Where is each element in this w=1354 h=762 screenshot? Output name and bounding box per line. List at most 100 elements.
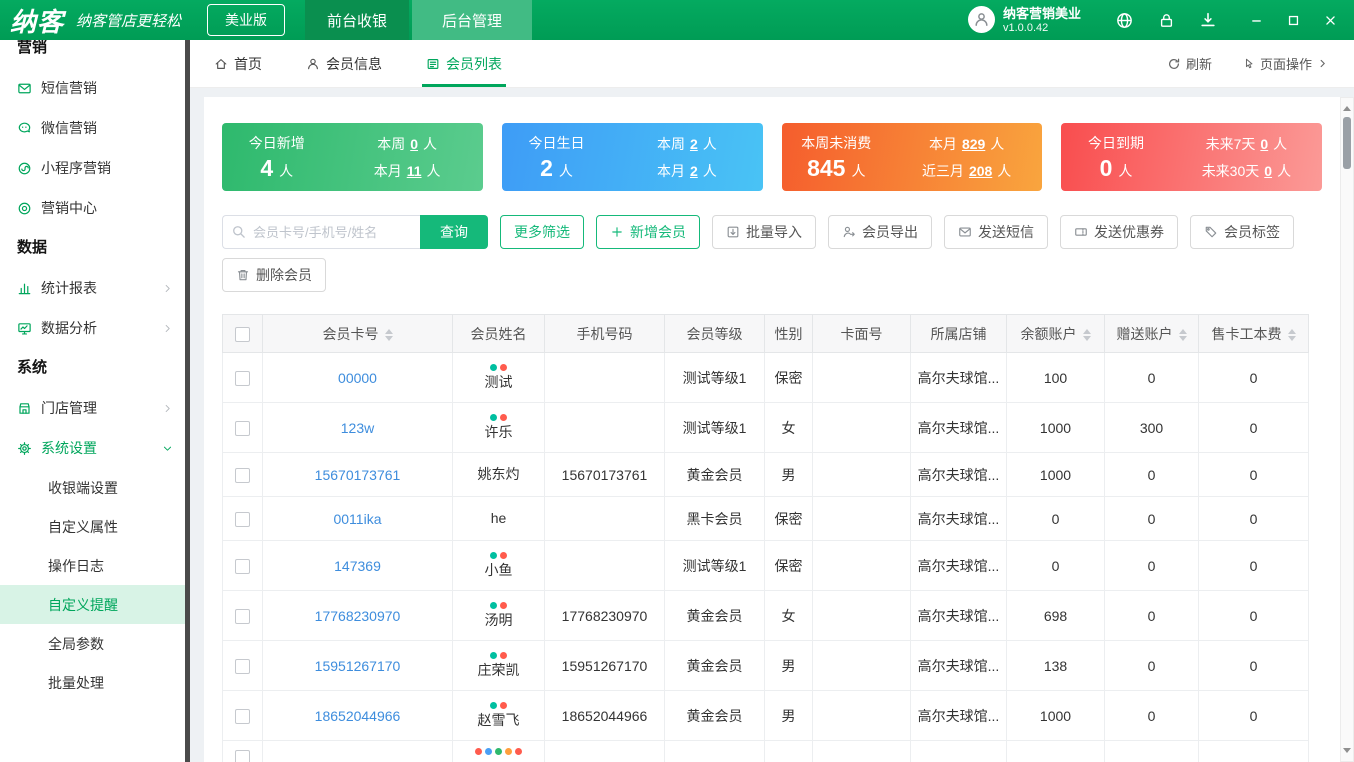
sort-icon[interactable] [1287,328,1296,341]
download-icon[interactable] [1199,11,1217,29]
content-scrollbar[interactable] [1340,97,1354,762]
member-tags-button[interactable]: 会员标签 [1190,215,1294,249]
chevr-icon [162,323,173,334]
stat-main: 今日生日 2 人 [502,123,612,191]
search-button[interactable]: 查询 [420,215,488,249]
member-card-link[interactable]: 15951267170 [315,658,401,674]
front-cashier-button[interactable]: 前台收银 [305,0,410,40]
sidebar-item-marketing-center[interactable]: 营销中心 [0,188,185,228]
chevron-right-icon [1317,58,1328,69]
lock-icon[interactable] [1158,12,1175,29]
minimize-button[interactable] [1249,13,1264,28]
search-input[interactable] [222,215,420,249]
edition-button[interactable]: 美业版 [207,4,286,36]
stat-subline-value[interactable]: 2 [690,136,698,152]
user-icon [306,57,320,71]
sidebar-subitem-global-params[interactable]: 全局参数 [0,624,185,663]
row-checkbox[interactable] [235,658,250,674]
tag-dot [500,414,507,422]
mini-icon [17,161,32,176]
backoffice-button[interactable]: 后台管理 [412,0,533,40]
member-name: he [490,510,507,527]
row-checkbox[interactable] [235,708,250,724]
sort-icon[interactable] [384,328,393,341]
scroll-down-arrow-icon[interactable] [1343,748,1351,757]
button-label: 会员导出 [862,224,918,240]
member-card-link[interactable]: 00000 [338,370,377,386]
delete-member-button[interactable]: 删除会员 [222,258,326,292]
cell-level: 测试等级1 [664,352,765,403]
globe-icon[interactable] [1115,11,1134,30]
cell-card-face [812,352,911,403]
cell-card-no: 147369 [262,540,453,591]
row-checkbox[interactable] [235,608,250,624]
stat-subline-label: 近三月 [921,162,964,179]
sidebar-item-system-settings[interactable]: 系统设置 [0,428,185,468]
more-filters-button[interactable]: 更多筛选 [500,215,584,249]
cell-store: 高尔夫球馆... [910,540,1007,591]
member-card-link[interactable]: 18652044966 [315,708,401,724]
sidebar-item-wechat-marketing[interactable]: 微信营销 [0,108,185,148]
sidebar-item-sms-marketing[interactable]: 短信营销 [0,68,185,108]
table-row: 15670173761 姚东灼 15670173761 黄金会员男高尔夫球馆... 10… [222,452,1309,497]
scrollbar-thumb[interactable] [1343,117,1351,169]
sidebar-section-label: 营销 [17,40,48,56]
stat-subline-value[interactable]: 2 [690,163,698,179]
cell-gift: 0 [1104,540,1199,591]
sidebar-item-store-management[interactable]: 门店管理 [0,388,185,428]
sort-icon[interactable] [1082,328,1091,341]
cell-name: 许乐 [452,402,545,453]
sort-icon[interactable] [1178,328,1187,341]
batch-import-button[interactable]: 批量导入 [712,215,816,249]
row-checkbox[interactable] [235,749,250,762]
sidebar-subitem-operation-logs[interactable]: 操作日志 [0,546,185,585]
stat-subline-value[interactable]: 208 [969,163,992,179]
sidebar-subitem-custom-reminders[interactable]: 自定义提醒 [0,585,185,624]
sidebar-subitem-batch-processing[interactable]: 批量处理 [0,663,185,702]
row-checkbox[interactable] [235,558,250,574]
sidebar-subitem-cashier-settings[interactable]: 收银端设置 [0,468,185,507]
tab-member-info[interactable]: 会员信息 [306,40,382,87]
refresh-button[interactable]: 刷新 [1167,54,1212,73]
cell-store: 高尔夫球馆... [910,402,1007,453]
maximize-button[interactable] [1286,13,1301,28]
row-checkbox[interactable] [235,467,250,483]
tab-home[interactable]: 首页 [214,40,262,87]
member-card-link[interactable]: 0011ika [333,511,381,527]
tab-member-list[interactable]: 会员列表 [422,40,506,87]
member-card-link[interactable]: 147369 [334,558,381,574]
page-operations-button[interactable]: 页面操作 [1242,54,1328,73]
send-sms-button[interactable]: 发送短信 [944,215,1048,249]
column-header-checkbox [222,314,263,353]
chart-icon [17,281,32,296]
sidebar-item-miniprogram-marketing[interactable]: 小程序营销 [0,148,185,188]
column-label: 会员卡号 [322,325,379,342]
cell-checkbox [222,452,263,497]
cell-card-face [812,402,911,453]
row-checkbox[interactable] [235,511,250,527]
user-info[interactable]: 纳客营销美业 v1.0.0.42 [967,6,1081,34]
cell-gift: 0 [1104,640,1199,691]
cell-phone [544,352,665,403]
member-card-link[interactable]: 17768230970 [315,608,401,624]
stat-subline-value[interactable]: 829 [962,136,985,152]
row-checkbox[interactable] [235,370,250,386]
add-member-button[interactable]: 新增会员 [596,215,700,249]
select-all-checkbox[interactable] [235,326,250,342]
stat-subline-value[interactable]: 0 [1260,136,1268,152]
scroll-up-arrow-icon[interactable] [1343,102,1351,111]
sidebar-item-statistics-report[interactable]: 统计报表 [0,268,185,308]
send-coupon-button[interactable]: 发送优惠券 [1060,215,1178,249]
close-button[interactable] [1323,13,1338,28]
sidebar-item-data-analysis[interactable]: 数据分析 [0,308,185,348]
cell-gender: 保密 [764,496,813,541]
sidebar-subitem-custom-attributes[interactable]: 自定义属性 [0,507,185,546]
member-card-link[interactable]: 123w [341,420,374,436]
stat-subline-value[interactable]: 0 [1264,163,1272,179]
row-checkbox[interactable] [235,420,250,436]
stat-subline: 未来7天 0 人 [1206,134,1288,154]
stat-subline-value[interactable]: 11 [407,163,422,179]
stat-subline-value[interactable]: 0 [410,136,418,152]
member-card-link[interactable]: 15670173761 [315,467,401,483]
member-export-button[interactable]: 会员导出 [828,215,932,249]
